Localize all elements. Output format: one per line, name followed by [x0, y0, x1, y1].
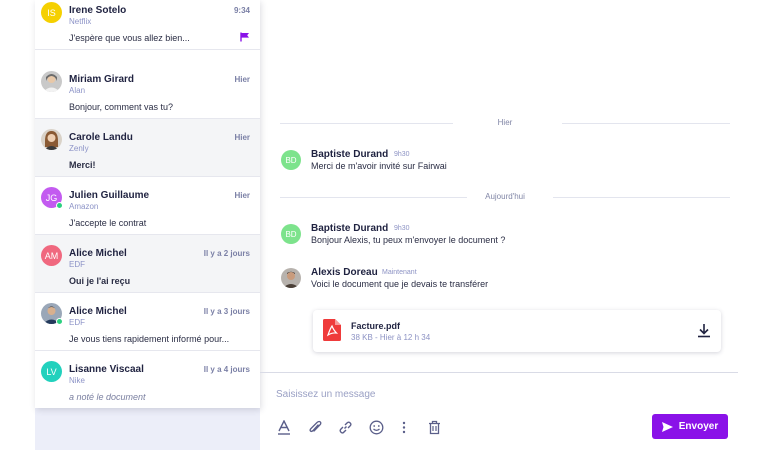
conversation-name: Carole Landu: [69, 132, 133, 143]
conversation-preview: Oui je l'ai reçu: [69, 276, 131, 286]
attachment-meta: 38 KB - Hier à 12 h 34: [351, 333, 431, 342]
conversation-company: Amazon: [69, 202, 99, 211]
conversation-name: Alice Michel: [69, 306, 127, 317]
conversation-time: Hier: [234, 133, 250, 142]
conversation-preview: J'accepte le contrat: [69, 218, 147, 228]
conversation-time: Il y a 4 jours: [203, 365, 250, 374]
chat-panel: Hier BD Baptiste Durand 9h30 Merci de m'…: [260, 0, 775, 450]
messaging-app: IS Irene Sotelo Netflix 9:34 J'espère qu…: [0, 0, 775, 450]
avatar: BD: [281, 150, 301, 170]
message-sender: Alexis Doreau: [311, 267, 378, 278]
conversation-preview: a noté le document: [69, 392, 146, 402]
avatar: BD: [281, 224, 301, 244]
message-input[interactable]: [276, 386, 716, 402]
conversation-preview: Merci!: [69, 160, 96, 170]
avatar: LV: [41, 361, 62, 382]
avatar: IS: [41, 2, 62, 23]
conversation-company: Nike: [69, 376, 86, 385]
conversation-company: Alan: [69, 86, 86, 95]
conversation-preview: Je vous tiens rapidement informé pour...: [69, 334, 230, 344]
emoji-icon[interactable]: [368, 419, 384, 435]
message-text: Bonjour Alexis, tu peux m'envoyer le doc…: [311, 235, 506, 245]
link-icon[interactable]: [337, 419, 353, 435]
avatar: [281, 268, 301, 288]
conversation-name: Lisanne Viscaal: [69, 364, 144, 375]
file-attachment[interactable]: Facture.pdf 38 KB - Hier à 12 h 34: [313, 310, 721, 352]
message-time: Maintenant: [382, 269, 417, 276]
conversation-preview: Bonjour, comment vas tu?: [69, 102, 174, 112]
message-time: 9h30: [394, 151, 410, 158]
conversation-item[interactable]: Alice Michel EDF Il y a 3 jours Je vous …: [35, 293, 260, 351]
paperclip-icon[interactable]: [307, 419, 323, 435]
avatar: [41, 71, 62, 92]
conversation-item[interactable]: Carole Landu Zenly Hier Merci!: [35, 119, 260, 177]
conversation-company: EDF: [69, 260, 85, 269]
conversation-name: Julien Guillaume: [69, 190, 150, 201]
conversation-time: Hier: [234, 75, 250, 84]
conversation-list[interactable]: IS Irene Sotelo Netflix 9:34 J'espère qu…: [35, 0, 260, 408]
conversation-item[interactable]: Miriam Girard Alan Hier Bonjour, comment…: [35, 61, 260, 119]
avatar: AM: [41, 245, 62, 266]
text-format-icon[interactable]: [276, 419, 292, 435]
conversation-item[interactable]: AM Alice Michel EDF Il y a 2 jours Oui j…: [35, 235, 260, 293]
conversation-item[interactable]: IS Irene Sotelo Netflix 9:34 J'espère qu…: [35, 0, 260, 50]
trash-icon[interactable]: [426, 419, 442, 435]
send-icon: [661, 421, 673, 432]
attachment-filename: Facture.pdf: [351, 321, 401, 331]
day-divider-label: Hier: [497, 118, 513, 127]
flag-icon[interactable]: [240, 32, 250, 42]
download-icon[interactable]: [697, 323, 711, 338]
conversation-name: Alice Michel: [69, 248, 127, 259]
conversation-item[interactable]: JG Julien Guillaume Amazon Hier J'accept…: [35, 177, 260, 235]
day-divider-label: Aujourd'hui: [485, 192, 525, 201]
conversation-time: Il y a 3 jours: [203, 307, 250, 316]
conversation-name: Irene Sotelo: [69, 5, 127, 16]
conversation-name: Miriam Girard: [69, 74, 135, 85]
pdf-icon: [323, 319, 341, 341]
send-button[interactable]: Envoyer: [652, 414, 728, 439]
online-status-dot: [56, 318, 63, 325]
conversation-item[interactable]: LV Lisanne Viscaal Nike Il y a 4 jours a…: [35, 351, 260, 408]
online-status-dot: [56, 202, 63, 209]
message-time: 9h30: [394, 225, 410, 232]
conversation-company: EDF: [69, 318, 85, 327]
conversation-time: Il y a 2 jours: [203, 249, 250, 258]
more-vertical-icon[interactable]: [396, 419, 412, 435]
conversation-time: 9:34: [233, 6, 250, 15]
day-divider: Aujourd'hui: [280, 191, 730, 203]
conversation-preview: J'espère que vous allez bien...: [69, 33, 190, 43]
message-text: Merci de m'avoir invité sur Fairwai: [311, 161, 447, 171]
avatar: [41, 129, 62, 150]
conversation-company: Netflix: [69, 17, 92, 26]
message-text: Voici le document que je devais te trans…: [311, 279, 489, 289]
day-divider: Hier: [280, 117, 730, 129]
conversation-company: Zenly: [69, 144, 89, 153]
message-sender: Baptiste Durand: [311, 223, 389, 234]
composer-divider: [260, 372, 738, 373]
send-button-label: Envoyer: [678, 421, 719, 432]
message-sender: Baptiste Durand: [311, 149, 389, 160]
conversation-time: Hier: [234, 191, 250, 200]
